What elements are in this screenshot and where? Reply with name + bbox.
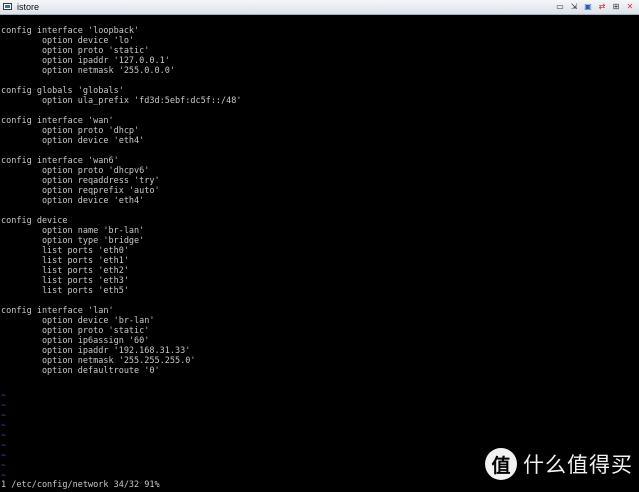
- terminal-line: option reqprefix 'auto': [1, 186, 160, 196]
- transfer-icon[interactable]: ⇄: [596, 1, 608, 13]
- terminal-line: option device 'eth4': [1, 136, 145, 146]
- terminal-line: option ula_prefix 'fd3d:5ebf:dc5f::/48': [1, 96, 242, 106]
- terminal-screen[interactable]: config interface 'loopback' option devic…: [0, 15, 639, 492]
- resize-icon[interactable]: ⇲: [568, 1, 580, 13]
- terminal-line: option netmask '255.255.255.0': [1, 356, 196, 366]
- terminal-line: option ip6assign '60': [1, 336, 150, 346]
- maximize-icon[interactable]: ⊞: [610, 1, 622, 13]
- terminal-line: list ports 'eth2': [1, 266, 129, 276]
- terminal-line: option defaultroute '0': [1, 366, 160, 376]
- terminal-line: config globals 'globals': [1, 86, 124, 96]
- terminal-line: config interface 'wan6': [1, 156, 119, 166]
- terminal-line: config interface 'lan': [1, 306, 114, 316]
- terminal-line: option device 'eth4': [1, 196, 145, 206]
- terminal-line: option type 'bridge': [1, 236, 145, 246]
- terminal-line: option proto 'dhcp': [1, 126, 140, 136]
- terminal-line: option ipaddr '127.0.0.1': [1, 56, 170, 66]
- terminal-line: option name 'br-lan': [1, 226, 145, 236]
- watermark-logo-icon: 值: [485, 448, 517, 480]
- window-titlebar: istore ▭ ⇲ ▣ ⇄ ⊞ ✕: [0, 0, 639, 15]
- empty-line-marker: ~: [1, 411, 7, 421]
- terminal-line: option device 'lo': [1, 36, 135, 46]
- watermark: 值 什么值得买: [485, 446, 633, 482]
- close-icon[interactable]: ✕: [624, 1, 636, 13]
- empty-line-marker: ~: [1, 451, 7, 461]
- terminal-line: option proto 'dhcpv6': [1, 166, 150, 176]
- empty-line-marker: ~: [1, 441, 7, 451]
- terminal-line: list ports 'eth1': [1, 256, 129, 266]
- empty-line-marker: ~: [1, 401, 7, 411]
- empty-line-marker: ~: [1, 431, 7, 441]
- window-controls: ▭ ⇲ ▣ ⇄ ⊞ ✕: [554, 1, 636, 13]
- terminal-line: option netmask '255.0.0.0': [1, 66, 175, 76]
- terminal-line: option proto 'static': [1, 326, 150, 336]
- terminal-line: config interface 'loopback': [1, 26, 140, 36]
- screen-icon[interactable]: ▣: [582, 1, 594, 13]
- terminal-line: list ports 'eth5': [1, 286, 129, 296]
- empty-line-marker: ~: [1, 391, 7, 401]
- empty-line-marker: ~: [1, 421, 7, 431]
- terminal-line: config device: [1, 216, 68, 226]
- terminal-app-icon: [3, 3, 12, 10]
- watermark-text: 什么值得买: [523, 453, 633, 477]
- terminal-line: config interface 'wan': [1, 116, 114, 126]
- terminal-line: option proto 'static': [1, 46, 150, 56]
- terminal-line: list ports 'eth3': [1, 276, 129, 286]
- window-title: istore: [17, 2, 40, 12]
- restore-icon[interactable]: ▭: [554, 1, 566, 13]
- terminal-line: option ipaddr '192.168.31.33': [1, 346, 191, 356]
- terminal-line: option device 'br-lan': [1, 316, 155, 326]
- empty-line-marker: ~: [1, 461, 7, 471]
- terminal-line: list ports 'eth0': [1, 246, 129, 256]
- editor-status-line: 1 /etc/config/network 34/32 91%: [1, 480, 160, 490]
- terminal-line: option reqaddress 'try': [1, 176, 160, 186]
